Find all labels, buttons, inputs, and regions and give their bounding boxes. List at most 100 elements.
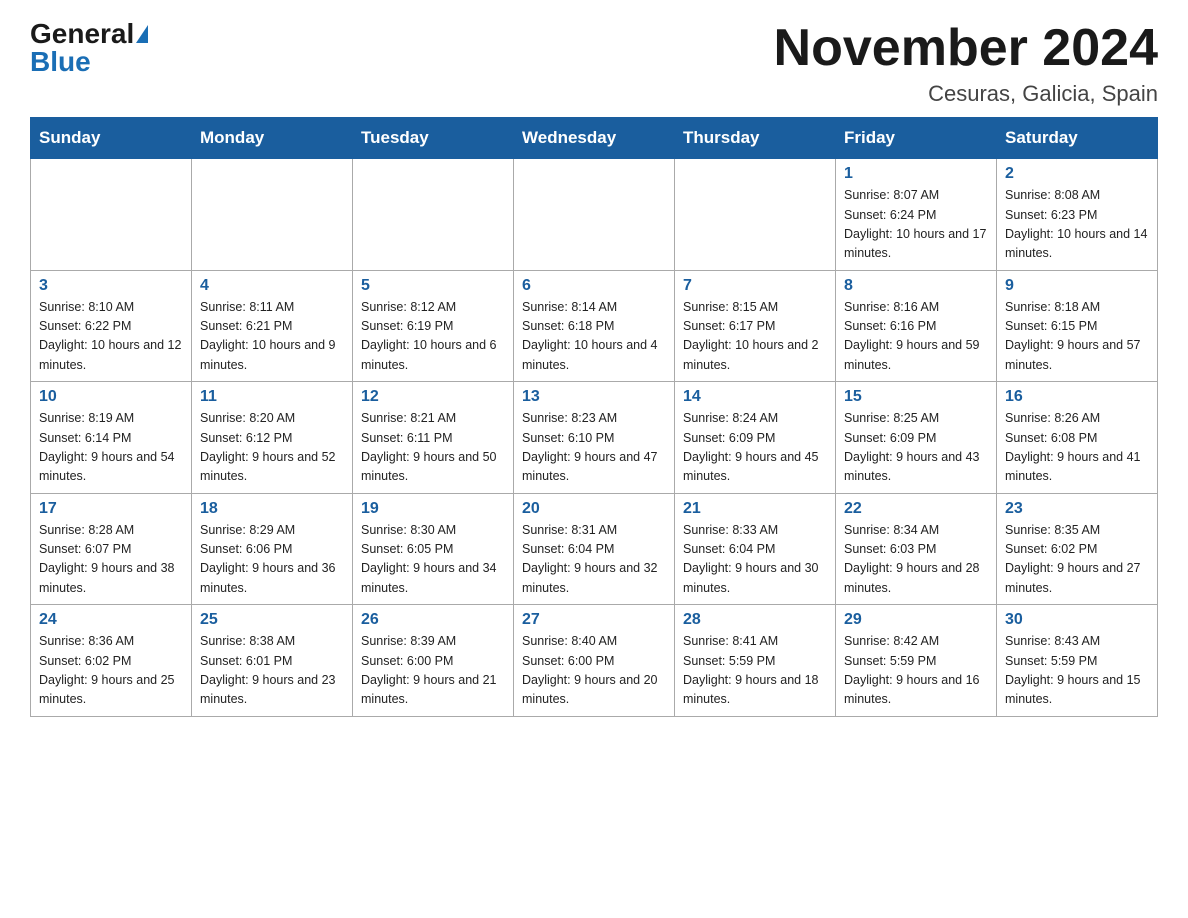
- table-cell: 9 Sunrise: 8:18 AMSunset: 6:15 PMDaylight…: [997, 270, 1158, 382]
- day-number: 20: [522, 500, 666, 518]
- table-cell: 26Sunrise: 8:39 AMSunset: 6:00 PMDayligh…: [353, 605, 514, 717]
- table-cell: 2Sunrise: 8:08 AMSunset: 6:23 PMDaylight…: [997, 159, 1158, 271]
- day-number: 5: [361, 277, 505, 295]
- table-cell: 28 Sunrise: 8:41 AMSunset: 5:59 PMDayligh…: [675, 605, 836, 717]
- page-header: General Blue November 2024 Cesuras, Gali…: [30, 20, 1158, 107]
- table-cell: [514, 159, 675, 271]
- table-cell: 14 Sunrise: 8:24 AMSunset: 6:09 PMDayligh…: [675, 382, 836, 494]
- logo-triangle-icon: [136, 25, 148, 43]
- day-number: 19: [361, 500, 505, 518]
- table-cell: 20 Sunrise: 8:31 AMSunset: 6:04 PMDayligh…: [514, 493, 675, 605]
- calendar-table: Sunday Monday Tuesday Wednesday Thursday…: [30, 117, 1158, 717]
- day-number: 24: [39, 611, 183, 629]
- table-cell: 18 Sunrise: 8:29 AMSunset: 6:06 PMDayligh…: [192, 493, 353, 605]
- day-info: Sunrise: 8:24 AMSunset: 6:09 PMDaylight:…: [683, 409, 827, 487]
- table-cell: 12 Sunrise: 8:21 AMSunset: 6:11 PMDayligh…: [353, 382, 514, 494]
- day-info: Sunrise: 8:29 AMSunset: 6:06 PMDaylight:…: [200, 521, 344, 599]
- header-saturday: Saturday: [997, 118, 1158, 159]
- table-cell: 30 Sunrise: 8:43 AMSunset: 5:59 PMDayligh…: [997, 605, 1158, 717]
- day-number: 17: [39, 500, 183, 518]
- header-monday: Monday: [192, 118, 353, 159]
- logo-blue-text: Blue: [30, 48, 91, 76]
- table-cell: 3 Sunrise: 8:10 AMSunset: 6:22 PMDaylight…: [31, 270, 192, 382]
- table-cell: 25 Sunrise: 8:38 AMSunset: 6:01 PMDayligh…: [192, 605, 353, 717]
- day-info: Sunrise: 8:25 AMSunset: 6:09 PMDaylight:…: [844, 409, 988, 487]
- day-info: Sunrise: 8:30 AMSunset: 6:05 PMDaylight:…: [361, 521, 505, 599]
- day-info: Sunrise: 8:19 AMSunset: 6:14 PMDaylight:…: [39, 409, 183, 487]
- day-info: Sunrise: 8:42 AMSunset: 5:59 PMDaylight:…: [844, 632, 988, 710]
- table-cell: 15Sunrise: 8:25 AMSunset: 6:09 PMDayligh…: [836, 382, 997, 494]
- table-cell: 11 Sunrise: 8:20 AMSunset: 6:12 PMDayligh…: [192, 382, 353, 494]
- table-cell: 27 Sunrise: 8:40 AMSunset: 6:00 PMDayligh…: [514, 605, 675, 717]
- day-number: 7: [683, 277, 827, 295]
- day-info: Sunrise: 8:11 AMSunset: 6:21 PMDaylight:…: [200, 298, 344, 376]
- day-info: Sunrise: 8:21 AMSunset: 6:11 PMDaylight:…: [361, 409, 505, 487]
- day-info: Sunrise: 8:35 AMSunset: 6:02 PMDaylight:…: [1005, 521, 1149, 599]
- day-info: Sunrise: 8:34 AMSunset: 6:03 PMDaylight:…: [844, 521, 988, 599]
- table-cell: 21Sunrise: 8:33 AMSunset: 6:04 PMDayligh…: [675, 493, 836, 605]
- day-info: Sunrise: 8:36 AMSunset: 6:02 PMDaylight:…: [39, 632, 183, 710]
- table-cell: 22 Sunrise: 8:34 AMSunset: 6:03 PMDayligh…: [836, 493, 997, 605]
- header-friday: Friday: [836, 118, 997, 159]
- table-cell: 24 Sunrise: 8:36 AMSunset: 6:02 PMDayligh…: [31, 605, 192, 717]
- week-row-5: 24 Sunrise: 8:36 AMSunset: 6:02 PMDayligh…: [31, 605, 1158, 717]
- week-row-4: 17 Sunrise: 8:28 AMSunset: 6:07 PMDayligh…: [31, 493, 1158, 605]
- day-number: 26: [361, 611, 505, 629]
- day-number: 10: [39, 388, 183, 406]
- day-number: 18: [200, 500, 344, 518]
- header-sunday: Sunday: [31, 118, 192, 159]
- day-info: Sunrise: 8:38 AMSunset: 6:01 PMDaylight:…: [200, 632, 344, 710]
- table-cell: 6 Sunrise: 8:14 AMSunset: 6:18 PMDaylight…: [514, 270, 675, 382]
- table-cell: 7 Sunrise: 8:15 AMSunset: 6:17 PMDaylight…: [675, 270, 836, 382]
- table-cell: 1 Sunrise: 8:07 AMSunset: 6:24 PMDaylight…: [836, 159, 997, 271]
- day-info: Sunrise: 8:43 AMSunset: 5:59 PMDaylight:…: [1005, 632, 1149, 710]
- table-cell: 4 Sunrise: 8:11 AMSunset: 6:21 PMDaylight…: [192, 270, 353, 382]
- day-info: Sunrise: 8:18 AMSunset: 6:15 PMDaylight:…: [1005, 298, 1149, 376]
- day-number: 27: [522, 611, 666, 629]
- day-info: Sunrise: 8:41 AMSunset: 5:59 PMDaylight:…: [683, 632, 827, 710]
- day-info: Sunrise: 8:20 AMSunset: 6:12 PMDaylight:…: [200, 409, 344, 487]
- table-cell: 17 Sunrise: 8:28 AMSunset: 6:07 PMDayligh…: [31, 493, 192, 605]
- day-number: 11: [200, 388, 344, 406]
- day-number: 12: [361, 388, 505, 406]
- day-number: 8: [844, 277, 988, 295]
- day-info: Sunrise: 8:33 AMSunset: 6:04 PMDaylight:…: [683, 521, 827, 599]
- day-info: Sunrise: 8:15 AMSunset: 6:17 PMDaylight:…: [683, 298, 827, 376]
- day-number: 30: [1005, 611, 1149, 629]
- day-number: 9: [1005, 277, 1149, 295]
- day-info: Sunrise: 8:40 AMSunset: 6:00 PMDaylight:…: [522, 632, 666, 710]
- day-info: Sunrise: 8:31 AMSunset: 6:04 PMDaylight:…: [522, 521, 666, 599]
- day-info: Sunrise: 8:10 AMSunset: 6:22 PMDaylight:…: [39, 298, 183, 376]
- table-cell: 13 Sunrise: 8:23 AMSunset: 6:10 PMDayligh…: [514, 382, 675, 494]
- week-row-2: 3 Sunrise: 8:10 AMSunset: 6:22 PMDaylight…: [31, 270, 1158, 382]
- day-info: Sunrise: 8:14 AMSunset: 6:18 PMDaylight:…: [522, 298, 666, 376]
- table-cell: [192, 159, 353, 271]
- day-number: 25: [200, 611, 344, 629]
- day-number: 22: [844, 500, 988, 518]
- day-number: 29: [844, 611, 988, 629]
- title-area: November 2024 Cesuras, Galicia, Spain: [774, 20, 1158, 107]
- day-number: 13: [522, 388, 666, 406]
- day-info: Sunrise: 8:23 AMSunset: 6:10 PMDaylight:…: [522, 409, 666, 487]
- weekday-header-row: Sunday Monday Tuesday Wednesday Thursday…: [31, 118, 1158, 159]
- logo-general-text: General: [30, 20, 134, 48]
- table-cell: 19 Sunrise: 8:30 AMSunset: 6:05 PMDayligh…: [353, 493, 514, 605]
- week-row-3: 10 Sunrise: 8:19 AMSunset: 6:14 PMDayligh…: [31, 382, 1158, 494]
- table-cell: 10 Sunrise: 8:19 AMSunset: 6:14 PMDayligh…: [31, 382, 192, 494]
- day-info: Sunrise: 8:08 AMSunset: 6:23 PMDaylight:…: [1005, 186, 1149, 264]
- day-info: Sunrise: 8:26 AMSunset: 6:08 PMDaylight:…: [1005, 409, 1149, 487]
- month-title: November 2024: [774, 20, 1158, 77]
- table-cell: 16 Sunrise: 8:26 AMSunset: 6:08 PMDayligh…: [997, 382, 1158, 494]
- day-number: 28: [683, 611, 827, 629]
- table-cell: 8Sunrise: 8:16 AMSunset: 6:16 PMDaylight…: [836, 270, 997, 382]
- week-row-1: 1 Sunrise: 8:07 AMSunset: 6:24 PMDaylight…: [31, 159, 1158, 271]
- day-info: Sunrise: 8:07 AMSunset: 6:24 PMDaylight:…: [844, 186, 988, 264]
- day-number: 3: [39, 277, 183, 295]
- day-info: Sunrise: 8:12 AMSunset: 6:19 PMDaylight:…: [361, 298, 505, 376]
- day-number: 6: [522, 277, 666, 295]
- day-number: 4: [200, 277, 344, 295]
- day-number: 14: [683, 388, 827, 406]
- day-number: 1: [844, 165, 988, 183]
- day-number: 16: [1005, 388, 1149, 406]
- day-info: Sunrise: 8:28 AMSunset: 6:07 PMDaylight:…: [39, 521, 183, 599]
